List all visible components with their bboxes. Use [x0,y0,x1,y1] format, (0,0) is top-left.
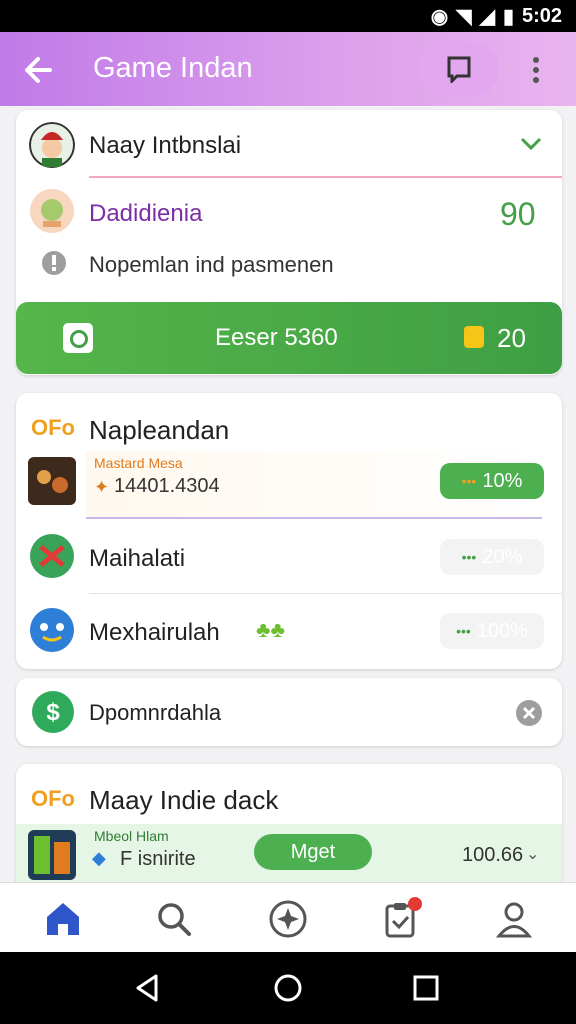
get-button[interactable]: Mget [254,834,372,870]
notice-row: Nopemlan ind pasmenen [16,240,562,296]
payment-label: Dpomnrdahla [89,700,222,725]
clipboard-icon[interactable] [379,897,423,941]
bookmark-icon [447,56,471,83]
gem-icon: ◆ [92,848,106,868]
svg-text:$: $ [46,699,60,726]
chevron-down-icon[interactable]: ⌄ [526,844,539,864]
game-thumbnail [28,457,76,505]
action-label: Eeser 5360 [215,324,338,351]
category-icon: OFo [31,786,75,811]
section-title: Maay Indie dack [89,785,279,815]
status-bar: ◉ ◥ ◢ ▮ 5:02 [0,0,576,32]
percent-badge: ••• 20% [440,539,544,575]
action-bar[interactable]: Eeser 5360 20 [16,302,562,374]
page-title: Game Indan [93,52,253,84]
profile-icon[interactable] [492,897,536,941]
section-title: Napleandan [89,415,230,445]
close-icon[interactable] [515,699,543,727]
camera-button-icon [63,323,93,353]
item-value: 100.66 [462,844,524,866]
system-nav-bar [0,952,576,1024]
item-label: Maihalati [89,545,186,572]
user-avatar [29,122,75,168]
battery-icon: ▮ [502,6,514,28]
dollar-icon: $ [32,691,74,733]
list-item[interactable]: Mastard Mesa ✦ 14401.4304 ••• 10% [16,451,562,521]
percent-badge: ••• 100% [440,613,544,649]
player-avatar [30,534,74,578]
divider [89,593,562,594]
leaf-icon: ♣♣ [256,617,285,642]
eye-icon: ◉ [430,6,449,28]
info-icon [42,251,66,275]
search-icon[interactable] [152,897,196,941]
status-time: 5:02 [521,5,562,27]
item-sub-label: Mbeol Hlam [94,828,169,844]
coin-value: 20 [497,323,526,353]
list-item[interactable]: Maihalati ••• 20% [16,521,562,595]
item-sub-label: Mastard Mesa [94,455,183,471]
back-triangle-icon[interactable] [132,972,164,1004]
deck-card: OFo Maay Indie dack Mbeol Hlam ◆ F isnir… [16,764,562,894]
signal-icon: ◢ [479,6,495,28]
subject-row: Dadidienia 90 [16,178,562,240]
back-arrow-icon[interactable] [20,50,60,90]
bottom-nav [0,882,576,953]
diamond-icon: ✦ [94,477,110,497]
user-row[interactable]: Naay Intbnslai [16,110,562,176]
category-icon: OFo [31,415,75,440]
leaderboard-card: OFo Napleandan Mastard Mesa ✦ 14401.4304… [16,393,562,669]
bookmark-button[interactable] [419,42,499,96]
percent-badge: ••• 10% [440,463,544,499]
app-bar: Game Indan [0,32,576,106]
explore-icon[interactable] [266,897,310,941]
home-circle-icon[interactable] [272,972,304,1004]
coin-icon [464,326,484,348]
profile-card: Naay Intbnslai Dadidienia 90 Nopemlan in… [16,110,562,375]
subject-icon [30,189,74,233]
subject-label: Dadidienia [89,200,203,227]
recents-square-icon[interactable] [410,972,442,1004]
game-thumbnail [28,830,76,880]
player-avatar [30,608,74,652]
payment-card[interactable]: $ Dpomnrdahla [16,678,562,746]
user-name: Naay Intbnslai [89,132,242,159]
item-label: F isnirite [120,848,196,870]
list-item[interactable]: Mexhairulah ♣♣ ••• 100% [16,595,562,669]
score-value: 90 [500,196,536,232]
home-icon[interactable] [41,897,85,941]
item-label: Mexhairulah [89,619,220,646]
wifi-icon: ◥ [456,6,472,28]
notice-text: Nopemlan ind pasmenen [89,252,334,277]
item-value: 14401.4304 [114,475,220,497]
more-vert-icon[interactable] [524,52,548,88]
chevron-down-icon[interactable] [519,134,543,152]
